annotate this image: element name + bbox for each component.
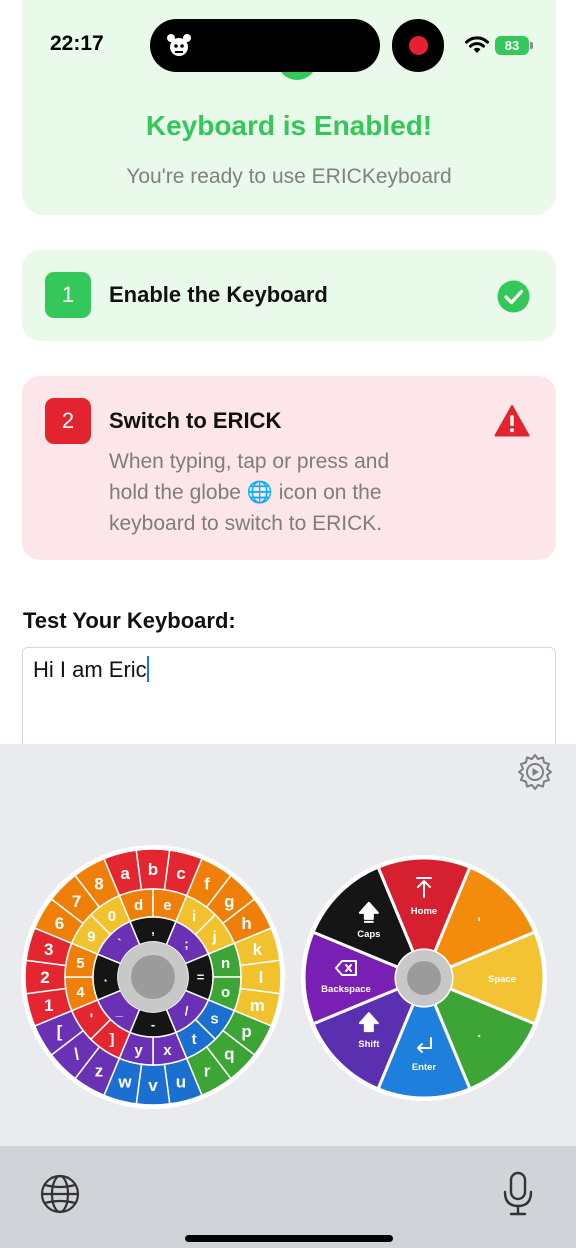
inner-ring-label: = bbox=[197, 970, 205, 985]
inner-ring-label: , bbox=[151, 922, 155, 937]
record-dot-icon bbox=[409, 36, 428, 55]
enabled-subtitle: You're ready to use ERICKeyboard bbox=[126, 165, 452, 188]
action-wheel-center-knob bbox=[407, 961, 441, 995]
step-number-badge: 1 bbox=[45, 272, 91, 318]
action-key-label: ' bbox=[477, 914, 480, 930]
action-key-label: Shift bbox=[358, 1039, 380, 1050]
text-caret bbox=[146, 656, 149, 682]
outer-ring-label: h bbox=[241, 914, 251, 933]
globe-icon[interactable] bbox=[38, 1172, 82, 1216]
outer-ring-label: 3 bbox=[44, 940, 53, 959]
middle-ring-label: 5 bbox=[76, 955, 84, 972]
outer-ring-label: 7 bbox=[72, 892, 81, 911]
outer-ring-label: z bbox=[95, 1062, 104, 1081]
checkmark-icon bbox=[497, 280, 530, 313]
outer-ring-label: u bbox=[176, 1072, 186, 1091]
outer-ring-label: b bbox=[148, 860, 158, 879]
inner-ring-label: ` bbox=[117, 936, 121, 951]
outer-ring-label: c bbox=[176, 864, 185, 883]
inner-ring-label: / bbox=[185, 1003, 189, 1018]
outer-ring-label: \ bbox=[74, 1044, 79, 1063]
outer-ring-label: f bbox=[204, 875, 210, 894]
wifi-icon bbox=[465, 36, 489, 53]
outer-ring-label: [ bbox=[57, 1022, 63, 1041]
middle-ring-label: e bbox=[163, 897, 171, 914]
step-description-line: keyboard to switch to ERICK. bbox=[109, 512, 383, 535]
test-text-value: Hi I am Eric bbox=[33, 657, 147, 682]
action-wheel[interactable]: Home ' Space. Enter Shift Backspace Caps bbox=[300, 854, 548, 1102]
action-key-label: Home bbox=[411, 906, 437, 917]
middle-ring-label: 0 bbox=[108, 908, 116, 925]
inner-ring-label: _ bbox=[115, 1003, 124, 1018]
middle-ring-label: o bbox=[221, 984, 230, 1001]
outer-ring-label: l bbox=[259, 968, 264, 987]
step-description: When typing, tap or press and hold the g… bbox=[109, 446, 469, 539]
outer-ring-label: g bbox=[224, 892, 234, 911]
app-activity-icon bbox=[167, 34, 191, 56]
middle-ring-label: j bbox=[211, 928, 216, 945]
battery-cap bbox=[530, 42, 533, 49]
inner-ring-label: . bbox=[104, 970, 108, 985]
outer-ring-label: a bbox=[120, 864, 130, 883]
step-description-line: hold the globe 🌐 icon on the bbox=[109, 481, 382, 504]
battery-level: 83 bbox=[495, 36, 529, 55]
middle-ring-label: 9 bbox=[87, 928, 95, 945]
outer-ring-label: m bbox=[250, 996, 265, 1015]
middle-ring-label: x bbox=[163, 1042, 172, 1059]
outer-ring-label: q bbox=[224, 1044, 234, 1063]
step-title: Enable the Keyboard bbox=[109, 282, 328, 307]
screen-recording-indicator bbox=[392, 19, 444, 72]
action-key-label: . bbox=[477, 1024, 481, 1040]
middle-ring-label: d bbox=[134, 897, 143, 914]
middle-ring-label: y bbox=[134, 1042, 143, 1059]
letter-wheel-center-knob bbox=[131, 955, 175, 999]
warning-icon bbox=[494, 405, 530, 437]
action-key-label: Space bbox=[488, 974, 516, 985]
step-switch-keyboard-card[interactable]: 2 Switch to ERICK When typing, tap or pr… bbox=[22, 376, 556, 560]
dynamic-island bbox=[150, 19, 380, 72]
outer-ring-label: 2 bbox=[40, 968, 49, 987]
inner-ring-label: ; bbox=[184, 936, 188, 951]
battery-indicator: 83 bbox=[495, 36, 535, 55]
enabled-title: Keyboard is Enabled! bbox=[145, 110, 433, 141]
outer-ring-label: r bbox=[204, 1062, 211, 1081]
middle-ring-label: i bbox=[192, 908, 196, 925]
middle-ring-label: 4 bbox=[76, 984, 85, 1001]
action-key-label: Caps bbox=[357, 929, 380, 940]
microphone-icon[interactable] bbox=[498, 1170, 538, 1218]
step-description-line: When typing, tap or press and bbox=[109, 450, 390, 473]
home-indicator bbox=[185, 1235, 393, 1242]
middle-ring-label: ] bbox=[109, 1031, 114, 1048]
middle-ring-label: s bbox=[210, 1011, 218, 1028]
outer-ring-label: p bbox=[241, 1022, 251, 1041]
action-key-label: Backspace bbox=[321, 984, 371, 995]
step-number-badge: 2 bbox=[45, 398, 91, 444]
erick-keyboard: a b c f g h k l m p q r u v w z \ [1 2 3 6 7 8 d e i j n o s t x y] ' 4 5 9… bbox=[0, 744, 576, 1146]
status-time: 22:17 bbox=[50, 32, 104, 55]
outer-ring-label: w bbox=[117, 1072, 132, 1091]
step-enable-keyboard-card[interactable]: 1 Enable the Keyboard bbox=[22, 250, 556, 341]
outer-ring-label: v bbox=[148, 1076, 158, 1095]
middle-ring-label: n bbox=[221, 955, 230, 972]
letter-wheel[interactable]: a b cfghklmpqruvwz \ [1 2 3678 d e ijnost x y] ' 4 59… bbox=[20, 844, 286, 1110]
outer-ring-label: 6 bbox=[55, 914, 64, 933]
outer-ring-label: 1 bbox=[44, 996, 53, 1015]
test-keyboard-label: Test Your Keyboard: bbox=[23, 608, 236, 633]
outer-ring-label: k bbox=[253, 940, 263, 959]
action-key-label: Enter bbox=[412, 1062, 437, 1073]
step-title: Switch to ERICK bbox=[109, 408, 282, 433]
inner-ring-label: - bbox=[151, 1017, 155, 1032]
keyboard-bottom-bar bbox=[0, 1146, 576, 1248]
outer-ring-label: 8 bbox=[94, 875, 103, 894]
middle-ring-label: t bbox=[192, 1031, 197, 1048]
middle-ring-label: ' bbox=[90, 1011, 94, 1028]
settings-icon[interactable] bbox=[516, 752, 554, 790]
